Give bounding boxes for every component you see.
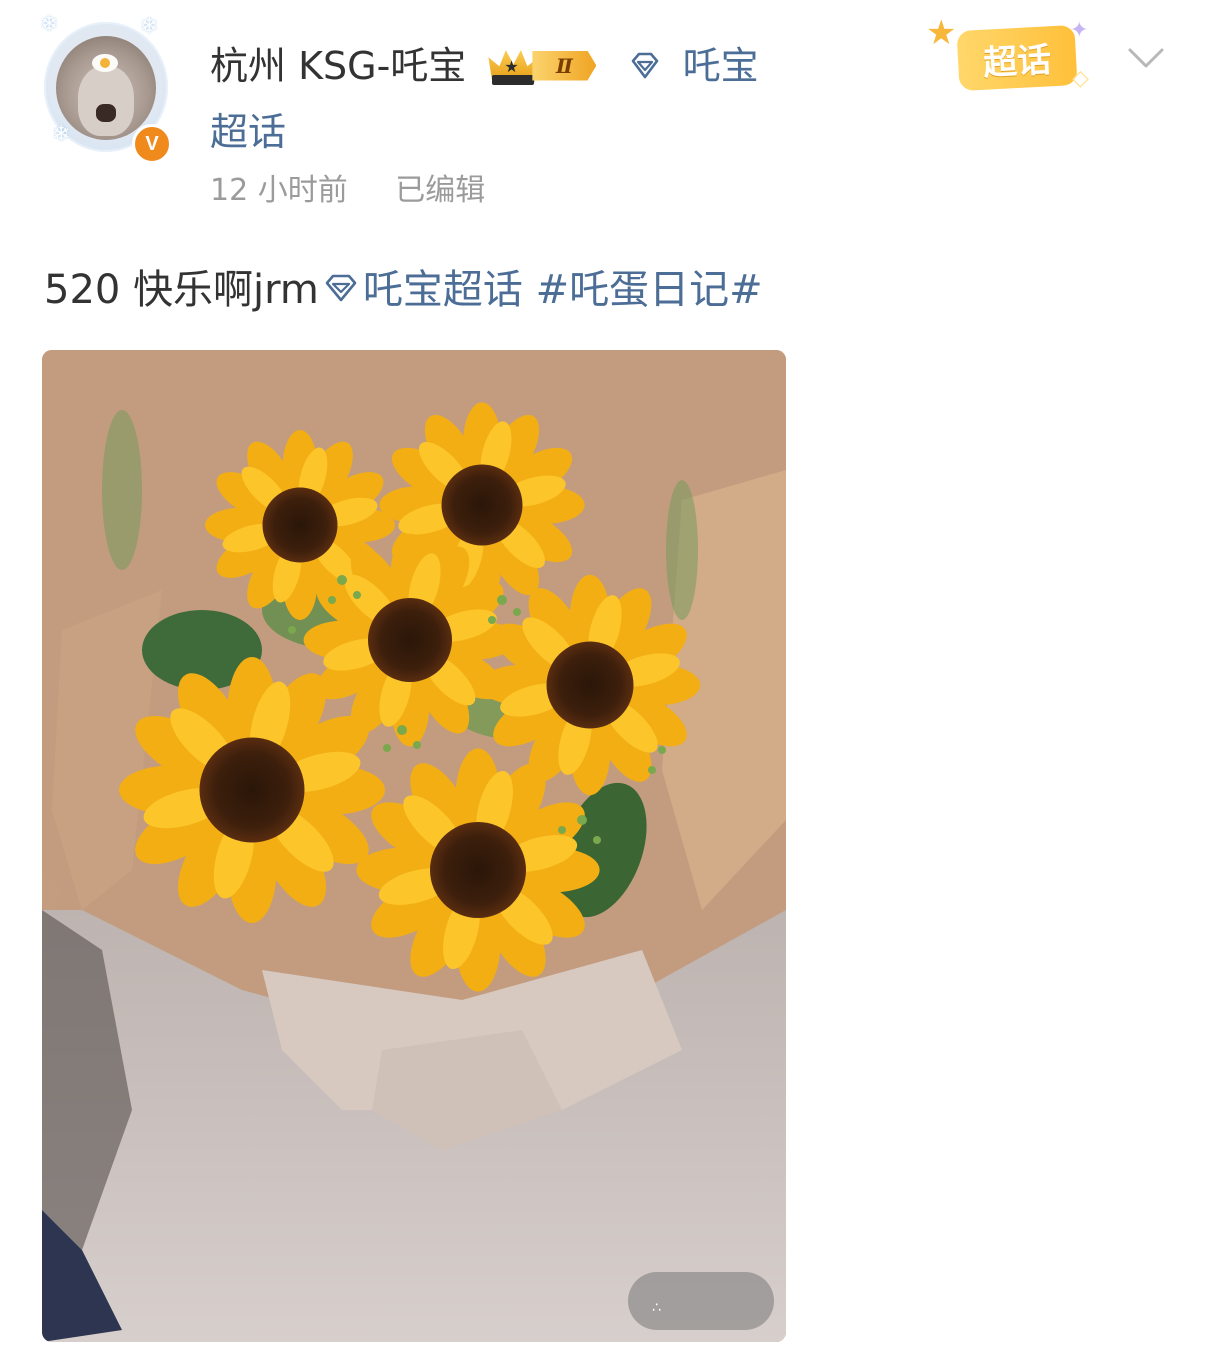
supertopic-badge[interactable]: ★ ✦ 超话 ◇ (922, 16, 1104, 100)
chevron-down-icon[interactable] (1126, 44, 1166, 72)
username[interactable]: 杭州 KSG-吒宝 (210, 44, 466, 88)
loading-icon: ∴ (652, 1300, 664, 1316)
diamond-icon (325, 274, 357, 302)
post-header: 杭州 KSG-吒宝 ★ Ⅱ 吒宝 (210, 36, 810, 96)
snowflake-icon: ❄ (40, 12, 59, 37)
diamond-icon: ◇ (1072, 66, 1089, 91)
level-badge: Ⅱ (532, 50, 597, 81)
sunflower-bouquet-image (42, 350, 786, 1342)
topic-link[interactable]: 吒宝 (683, 44, 759, 88)
diamond-icon (632, 52, 659, 78)
avatar-face (78, 66, 134, 136)
post-text: 520 快乐啊jrm 吒宝超话 #吒蛋日记# (44, 262, 763, 318)
snowflake-icon: ❄ (52, 122, 71, 147)
post-topic-link[interactable]: 吒宝超话 (363, 267, 523, 313)
avatar-egg (92, 54, 118, 72)
avatar[interactable]: ❄ ❄ ❄ V (36, 12, 176, 164)
avatar-image (56, 36, 156, 140)
edited-label: 已编辑 (395, 173, 486, 208)
topic-link-continued[interactable]: 超话 (210, 102, 286, 162)
post-time: 12 小时前 (210, 173, 348, 208)
post-meta: 12 小时前 已编辑 (210, 170, 523, 212)
supertopic-label: 超话 (956, 24, 1078, 92)
avatar-mouth (96, 104, 116, 122)
crown-base (492, 74, 535, 85)
image-indicator[interactable]: ∴ (628, 1272, 774, 1330)
star-icon: ★ (926, 13, 957, 53)
verified-icon: V (132, 124, 172, 164)
post-text-body: 520 快乐啊jrm (44, 267, 319, 313)
hashtag-link[interactable]: #吒蛋日记# (536, 267, 763, 313)
snowflake-icon: ❄ (140, 14, 159, 39)
crown-icon[interactable]: ★ Ⅱ (488, 45, 600, 87)
star-icon: ★ (504, 56, 519, 76)
post-photo[interactable] (42, 350, 786, 1342)
